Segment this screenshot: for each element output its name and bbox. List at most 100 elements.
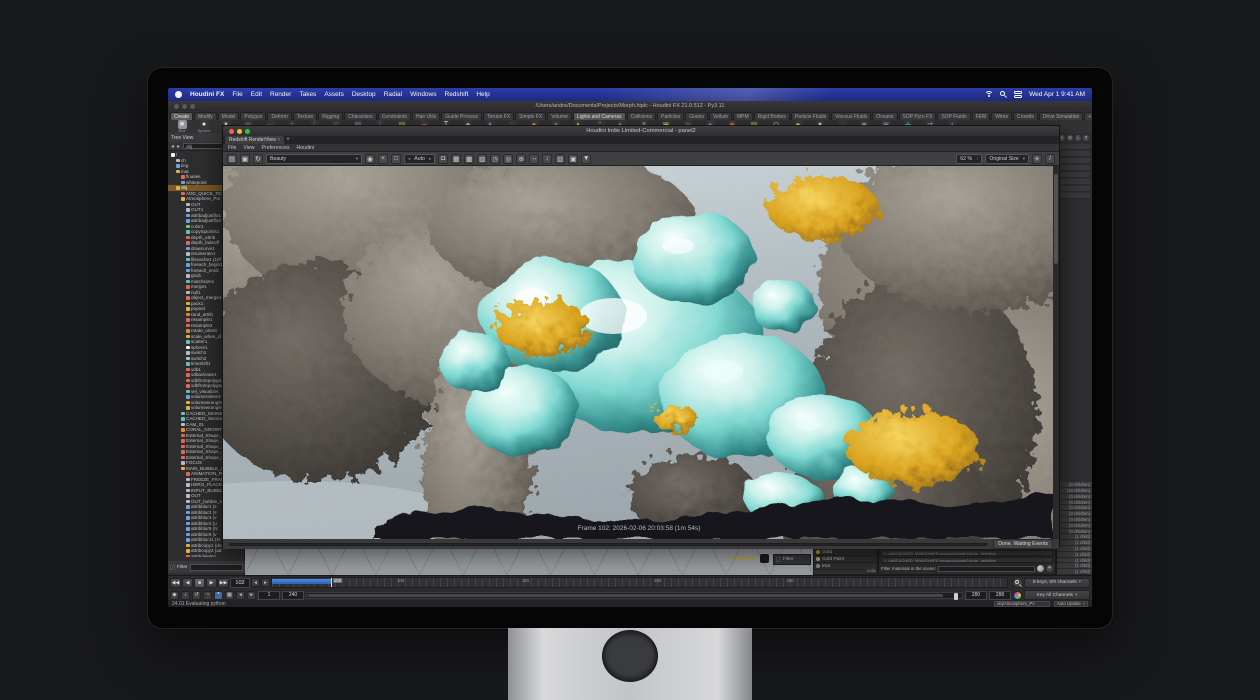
refresh-icon[interactable]: ↻ bbox=[253, 154, 263, 164]
shelf-tab-constraints[interactable]: Constraints bbox=[378, 112, 411, 120]
shelf-tab-fem[interactable]: FEM bbox=[972, 112, 991, 120]
layers-icon[interactable]: ▥ bbox=[555, 154, 565, 164]
shelf-tab-viscous-fluids[interactable]: Viscous Fluids bbox=[831, 112, 871, 120]
crop-icon[interactable]: □ bbox=[391, 154, 401, 164]
pen-icon[interactable]: / bbox=[1045, 154, 1055, 164]
help-icon[interactable]: ? bbox=[1083, 135, 1089, 141]
tab-redshift-renderview[interactable]: Redshift RenderView × bbox=[225, 136, 284, 144]
menu-takes[interactable]: Takes bbox=[299, 91, 316, 98]
tree-view-tab[interactable]: Tree View bbox=[171, 135, 193, 141]
material-item-gold[interactable]: Gold bbox=[814, 549, 877, 556]
renderview-menu-view[interactable]: View bbox=[243, 145, 254, 151]
info-icon[interactable]: i bbox=[1075, 135, 1081, 141]
shelf-tab-model[interactable]: Model bbox=[218, 112, 240, 120]
tree-filter-input[interactable] bbox=[190, 564, 243, 571]
target-icon[interactable]: ◎ bbox=[503, 154, 513, 164]
shader-path-row[interactable]: ×/obj/CACHED_MAINSHAPE/vexquickshade2/sh… bbox=[881, 557, 1053, 563]
region-icon[interactable]: ▧ bbox=[477, 154, 487, 164]
zoom-level-field[interactable]: 62 %↕ bbox=[956, 154, 982, 164]
shelf-tab-lights-and-cameras[interactable]: Lights and Cameras bbox=[573, 112, 626, 120]
menu-app-name[interactable]: Houdini FX bbox=[190, 91, 224, 98]
stop-button[interactable]: ■ bbox=[194, 578, 205, 588]
center-icon[interactable]: ⊕ bbox=[516, 154, 526, 164]
menu-redshift[interactable]: Redshift bbox=[445, 91, 469, 98]
current-frame-field[interactable]: 102 bbox=[230, 578, 250, 588]
shelf-tool-sphere[interactable]: ● Sphere bbox=[196, 120, 212, 133]
shelf-tab-rigid-bodies[interactable]: Rigid Bodies bbox=[754, 112, 790, 120]
shelf-tab--[interactable]: + bbox=[1084, 112, 1092, 120]
shelf-tab-drive-simulation[interactable]: Drive Simulation bbox=[1039, 112, 1083, 120]
nav-forward-icon[interactable]: ▸ bbox=[177, 143, 180, 150]
image-size-select[interactable]: Original Size▾ bbox=[985, 154, 1029, 164]
menu-assets[interactable]: Assets bbox=[324, 91, 344, 98]
shelf-tab-volume[interactable]: Volume bbox=[547, 112, 572, 120]
lock-icon[interactable]: ◘ bbox=[438, 154, 448, 164]
shelf-tab-wires[interactable]: Wires bbox=[991, 112, 1012, 120]
shelf-tab-deform[interactable]: Deform bbox=[267, 112, 291, 120]
shelf-tab-terrain-fx[interactable]: Terrain FX bbox=[483, 112, 514, 120]
timeline-ruler[interactable]: 102 100150200250 bbox=[271, 577, 1008, 588]
material-item-gold-paint[interactable]: Gold Paint bbox=[814, 556, 877, 563]
shelf-tab-polygon[interactable]: Polygon bbox=[240, 112, 266, 120]
close-icon[interactable]: × bbox=[378, 154, 388, 164]
clock-icon[interactable]: ◷ bbox=[490, 154, 500, 164]
shelf-tab-mpm[interactable]: MPM bbox=[733, 112, 753, 120]
menu-windows[interactable]: Windows bbox=[410, 91, 436, 98]
shader-path-row[interactable]: ×/obj/CACHED_MAINSHAPE/vexquickshade1/sh… bbox=[881, 550, 1053, 556]
global-start-field[interactable]: 280 bbox=[965, 591, 987, 600]
frame-step-back-button[interactable]: ◂ bbox=[251, 578, 260, 587]
renderview-menu-file[interactable]: File bbox=[228, 145, 236, 151]
shelf-tab-rigging[interactable]: Rigging bbox=[318, 112, 343, 120]
remove-icon[interactable]: × bbox=[884, 558, 886, 563]
menu-help[interactable]: Help bbox=[476, 91, 489, 98]
shelf-tab-texture[interactable]: Texture bbox=[293, 112, 317, 120]
key-all-channels-button[interactable]: Key All Channels▾ bbox=[1024, 590, 1090, 600]
render-pass-select[interactable]: Beauty▾ bbox=[266, 154, 362, 164]
shelf-tab-characters[interactable]: Characters bbox=[344, 112, 376, 120]
menu-edit[interactable]: Edit bbox=[251, 91, 262, 98]
remove-icon[interactable]: × bbox=[884, 551, 886, 556]
nav-back-icon[interactable]: ◂ bbox=[171, 143, 174, 150]
render-image-area[interactable]: Frame 102: 2026-02-06 20:03:58 (1m 54s) bbox=[223, 166, 1059, 539]
gear-icon[interactable]: ✳ bbox=[1032, 154, 1042, 164]
material-settings-icon[interactable]: ✳ bbox=[1046, 565, 1053, 572]
menu-file[interactable]: File bbox=[232, 91, 242, 98]
shelf-tab-hair-utils[interactable]: Hair Utils bbox=[412, 112, 440, 120]
timeline-zoom-icon[interactable] bbox=[1012, 577, 1023, 588]
renderview-menu-preferences[interactable]: Preferences bbox=[262, 145, 290, 151]
auto-refresh-select[interactable]: ◂Auto▸ bbox=[404, 154, 435, 164]
spotlight-search-icon[interactable] bbox=[1000, 91, 1007, 98]
range-end-field[interactable]: 240 bbox=[282, 591, 304, 600]
play-reverse-button[interactable]: ◀ bbox=[182, 578, 193, 588]
checker-icon[interactable]: ▩ bbox=[464, 154, 474, 164]
frame-step-forward-button[interactable]: ▸ bbox=[261, 578, 270, 587]
apple-menu-icon[interactable] bbox=[175, 91, 182, 98]
wifi-icon[interactable] bbox=[984, 91, 993, 98]
save-icon[interactable]: ▼ bbox=[581, 154, 591, 164]
loop-toggle[interactable]: ↺ bbox=[192, 591, 201, 600]
shelf-tab-grains[interactable]: Grains bbox=[685, 112, 708, 120]
fit-icon[interactable]: ↔ bbox=[529, 154, 539, 164]
snapshot-icon[interactable]: ◉ bbox=[365, 154, 375, 164]
auto-update-select[interactable]: Auto Update▾ bbox=[1054, 601, 1088, 607]
color-wheel-icon[interactable] bbox=[1013, 591, 1022, 600]
expand-icon[interactable]: ↕ bbox=[542, 154, 552, 164]
shelf-tab-simple-fx[interactable]: Simple FX bbox=[515, 112, 546, 120]
shelf-tab-sop-pyro-fx[interactable]: SOP Pyro FX bbox=[899, 112, 937, 120]
menu-render[interactable]: Render bbox=[270, 91, 291, 98]
menu-desktop[interactable]: Desktop bbox=[352, 91, 376, 98]
renderview-scrollbar[interactable] bbox=[1053, 166, 1059, 539]
global-end-field[interactable]: 288 bbox=[989, 591, 1011, 600]
follow-playbar-toggle[interactable]: ◆ bbox=[170, 591, 179, 600]
open-folder-icon[interactable]: ▤ bbox=[227, 154, 237, 164]
tab-close-icon[interactable]: × bbox=[277, 137, 280, 143]
realtime-toggle[interactable]: ◔ bbox=[203, 591, 212, 600]
tree-node[interactable]: attribdelete1 bbox=[168, 554, 244, 558]
jump-start-button[interactable]: ◀◀ bbox=[170, 578, 181, 588]
simulation-toggle[interactable]: * bbox=[214, 591, 223, 600]
range-start-field[interactable]: 1 bbox=[258, 591, 280, 600]
material-ball-icon[interactable] bbox=[1037, 565, 1044, 572]
shelf-tab-sop-fluids[interactable]: SOP Fluids bbox=[937, 112, 970, 120]
jump-end-button[interactable]: ▶▶ bbox=[218, 578, 229, 588]
grid-icon[interactable]: ▦ bbox=[451, 154, 461, 164]
